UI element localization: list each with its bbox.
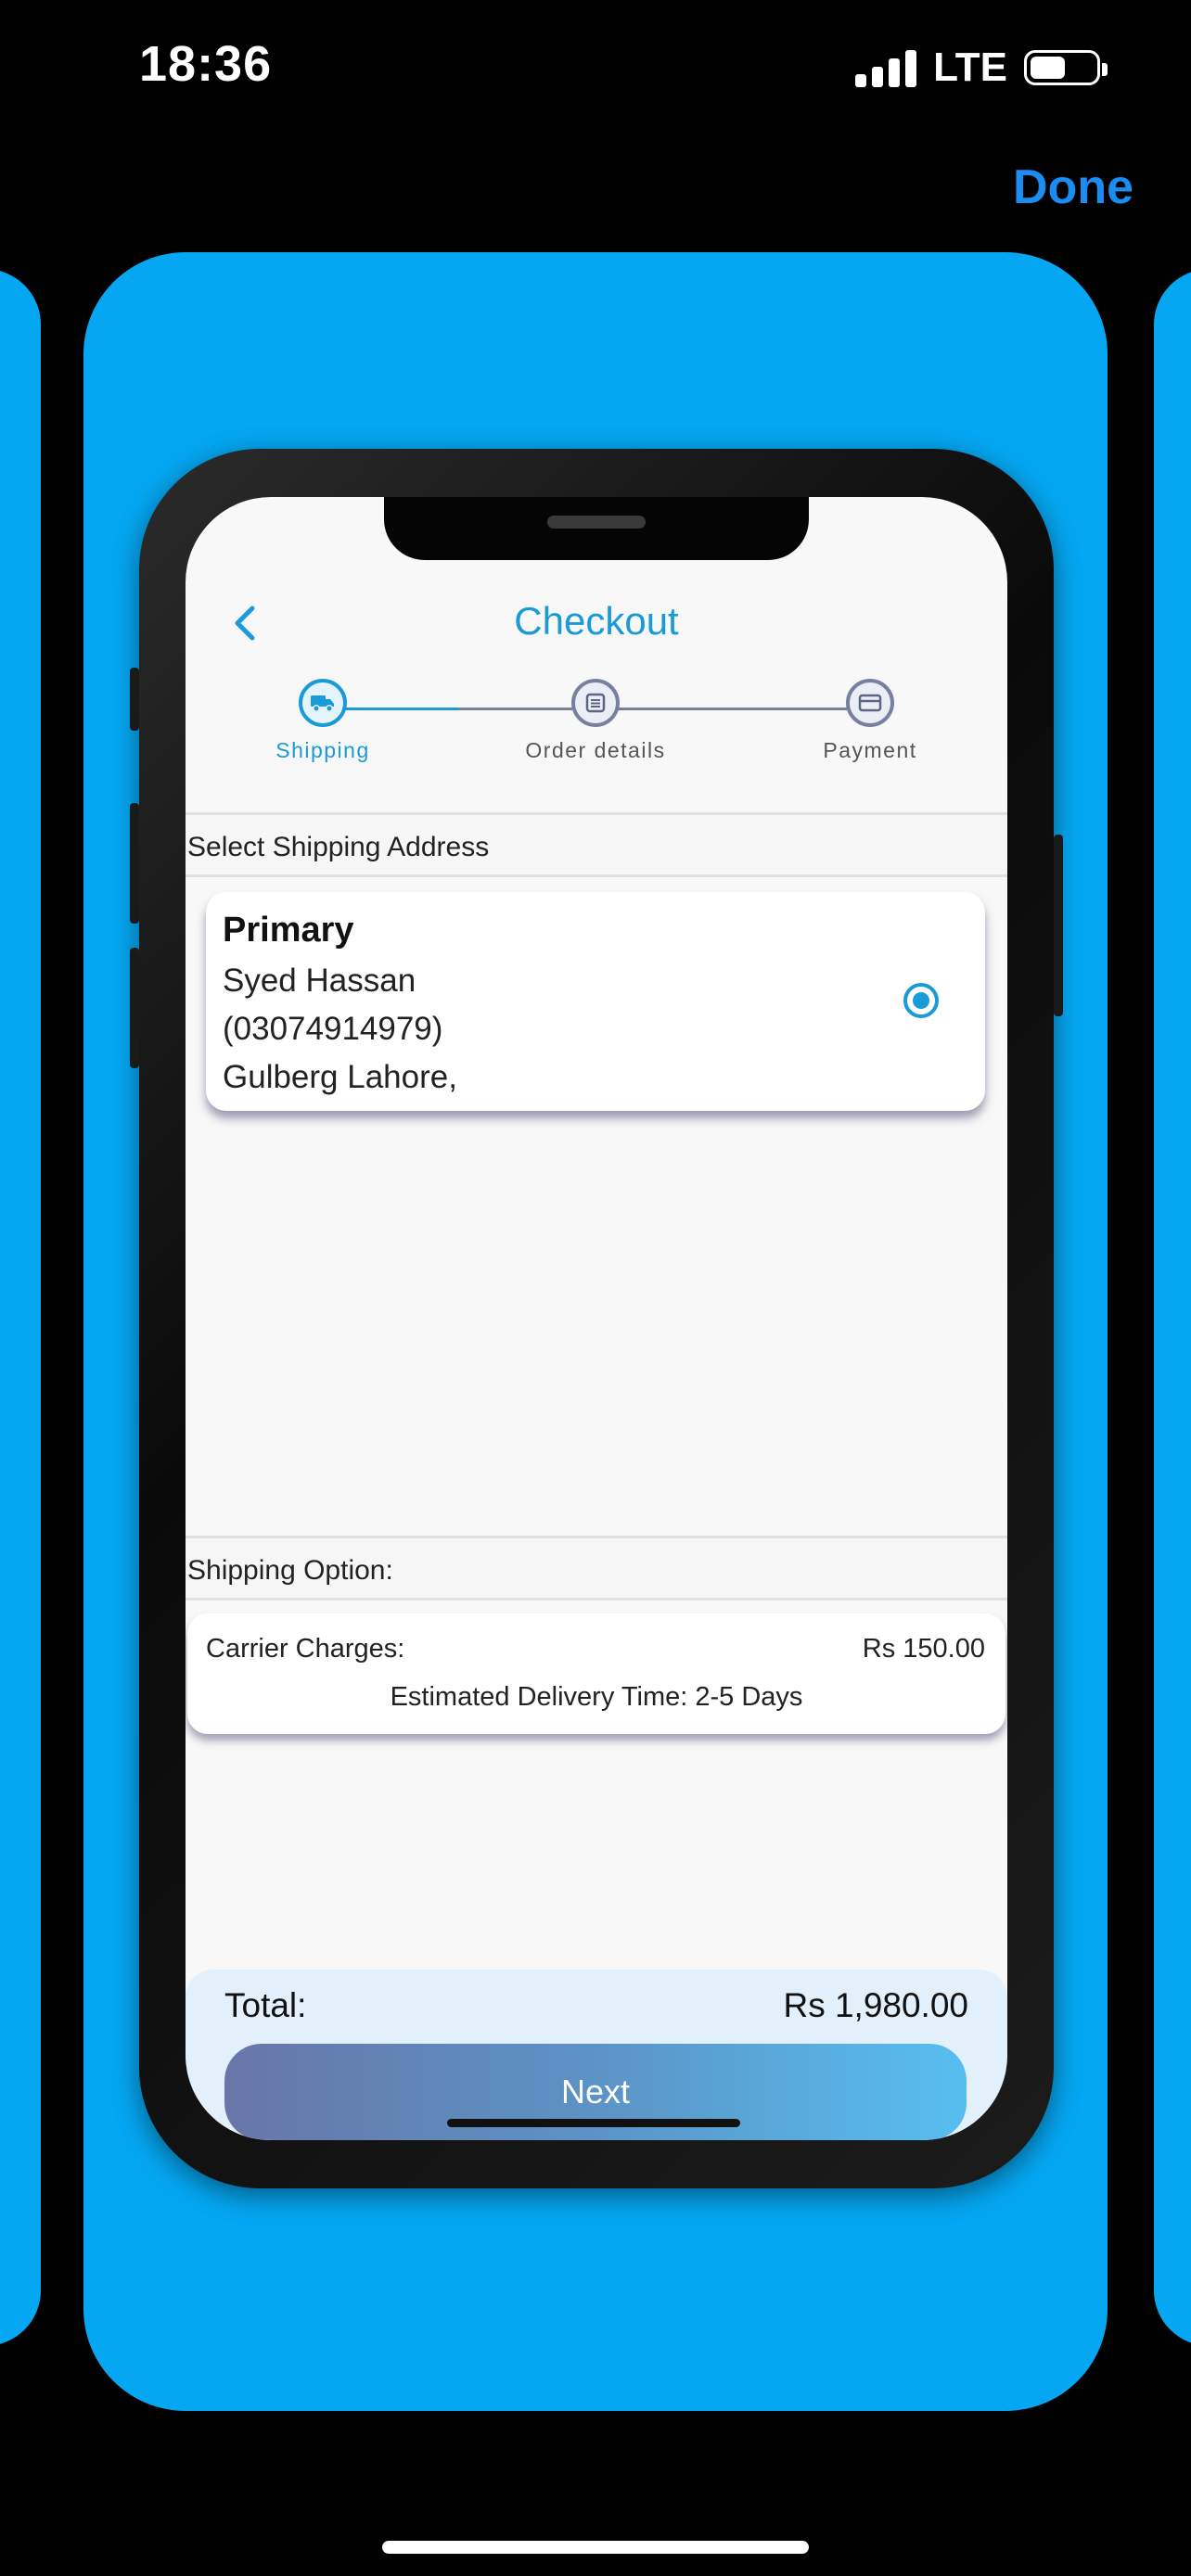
phone-mockup: Checkout Shipping Order details Payment … — [130, 449, 1063, 2188]
network-label: LTE — [933, 45, 1007, 90]
total-value: Rs 1,980.00 — [783, 1986, 968, 2024]
page-title: Checkout — [514, 599, 679, 643]
carrier-charges-value: Rs 150.00 — [862, 1634, 985, 1664]
shipping-section-title: Shipping Option: — [187, 1555, 393, 1586]
next-screenshot-card[interactable] — [1154, 269, 1191, 2346]
phone-notch — [384, 497, 809, 560]
card-icon — [846, 679, 894, 727]
step-label: Order details — [525, 738, 666, 762]
home-indicator[interactable] — [382, 2541, 809, 2554]
address-radio-button[interactable] — [903, 983, 939, 1018]
battery-icon — [1024, 50, 1108, 85]
address-phone: (03074914979) — [223, 1011, 443, 1047]
shipping-section-header: Shipping Option: — [186, 1536, 1007, 1600]
step-shipping[interactable]: Shipping — [230, 679, 416, 763]
address-section-title: Select Shipping Address — [187, 832, 490, 862]
address-section-header: Select Shipping Address — [186, 812, 1007, 877]
power-button — [1054, 835, 1063, 1016]
delivery-time: Estimated Delivery Time: 2-5 Days — [390, 1682, 803, 1712]
address-card[interactable]: Primary Syed Hassan (03074914979) Gulber… — [206, 892, 985, 1111]
truck-icon — [299, 679, 347, 727]
signal-icon — [855, 48, 917, 87]
address-location: Gulberg Lahore, — [223, 1059, 457, 1095]
status-icons: LTE — [855, 45, 1108, 91]
list-icon — [571, 679, 620, 727]
status-time: 18:36 — [139, 36, 273, 92]
step-label: Shipping — [275, 738, 370, 762]
volume-up-button — [130, 803, 139, 924]
address-title: Primary — [223, 911, 354, 950]
previous-screenshot-card[interactable] — [0, 269, 41, 2346]
step-label: Payment — [823, 738, 917, 762]
checkout-footer: Total: Rs 1,980.00 Next — [186, 1970, 1007, 2140]
shipping-option-card[interactable]: Carrier Charges: Rs 150.00 Estimated Del… — [187, 1613, 1005, 1734]
app-header: Checkout — [186, 586, 1007, 660]
done-button[interactable]: Done — [1013, 159, 1133, 215]
step-order-details[interactable]: Order details — [503, 679, 688, 763]
mute-switch — [130, 668, 139, 731]
carrier-charges-label: Carrier Charges: — [206, 1634, 405, 1664]
total-label: Total: — [224, 1986, 307, 2024]
step-payment[interactable]: Payment — [777, 679, 963, 763]
phone-home-indicator — [447, 2119, 740, 2127]
address-name: Syed Hassan — [223, 963, 416, 999]
volume-down-button — [130, 948, 139, 1068]
phone-screen: Checkout Shipping Order details Payment … — [186, 497, 1007, 2140]
checkout-stepper: Shipping Order details Payment — [186, 679, 1007, 772]
